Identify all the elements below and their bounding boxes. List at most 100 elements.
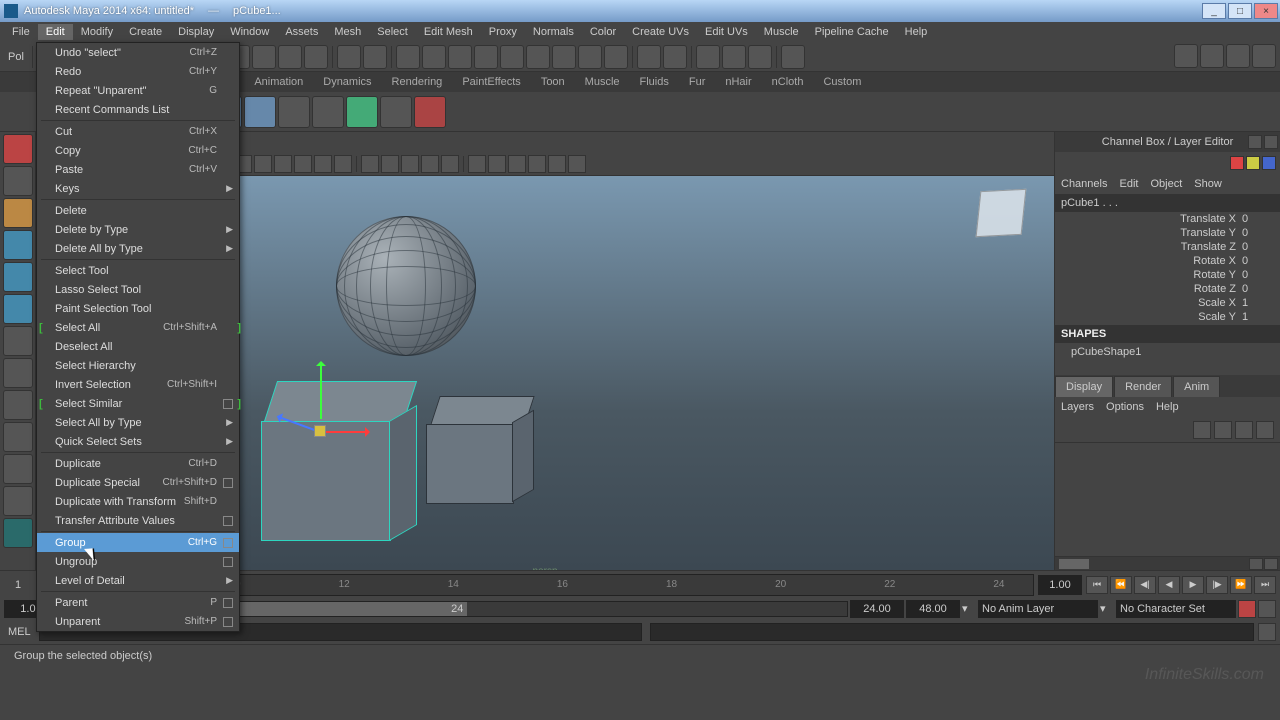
go-end-button[interactable]: ⏭ [1254, 576, 1276, 594]
toolbar-button[interactable] [363, 45, 387, 69]
color-swatch[interactable] [1246, 156, 1260, 170]
scene-cube-selected[interactable] [261, 381, 411, 531]
shelf-tab-fluids[interactable]: Fluids [630, 74, 679, 90]
prefs-button[interactable] [1258, 600, 1276, 618]
select-tool[interactable] [3, 134, 33, 164]
attr-row[interactable]: Scale Y1 [1055, 310, 1280, 324]
menu-color[interactable]: Color [582, 24, 624, 40]
menu-normals[interactable]: Normals [525, 24, 582, 40]
edit-menu-delete-all-by-type[interactable]: Delete All by Type▶ [37, 239, 239, 258]
toolbar-button[interactable] [637, 45, 661, 69]
view-toolbar-button[interactable] [421, 155, 439, 173]
shelf-tab-ncloth[interactable]: nCloth [762, 74, 814, 90]
menu-edit-uvs[interactable]: Edit UVs [697, 24, 756, 40]
edit-menu-recent-commands-list[interactable]: Recent Commands List [37, 100, 239, 119]
view-toolbar-button[interactable] [488, 155, 506, 173]
attr-row[interactable]: Translate X0 [1055, 212, 1280, 226]
panel-scrollbar[interactable] [1055, 556, 1280, 570]
toolbar-button[interactable] [552, 45, 576, 69]
view-toolbar-button[interactable] [568, 155, 586, 173]
menu-mesh[interactable]: Mesh [326, 24, 369, 40]
layer-icon[interactable] [1214, 421, 1232, 439]
channel-menu-show[interactable]: Show [1194, 178, 1222, 190]
layer-menu-options[interactable]: Options [1106, 401, 1144, 413]
edit-menu-transfer-attribute-values[interactable]: Transfer Attribute Values [37, 511, 239, 530]
edit-menu-parent[interactable]: ParentP [37, 593, 239, 612]
layout-four[interactable] [3, 454, 33, 484]
view-toolbar-button[interactable] [294, 155, 312, 173]
character-set-dropdown[interactable]: No Character Set [1116, 600, 1236, 618]
menu-edit[interactable]: Edit [38, 24, 73, 40]
edit-menu-unparent[interactable]: UnparentShift+P [37, 612, 239, 631]
shelf-tab-fur[interactable]: Fur [679, 74, 716, 90]
menu-file[interactable]: File [4, 24, 38, 40]
shelf-tab-animation[interactable]: Animation [244, 74, 313, 90]
shelf-tab-nhair[interactable]: nHair [715, 74, 761, 90]
tool[interactable] [3, 326, 33, 356]
tool[interactable] [3, 518, 33, 548]
edit-menu-duplicate[interactable]: DuplicateCtrl+D [37, 454, 239, 473]
autokey-button[interactable] [1238, 600, 1256, 618]
toolbar-button[interactable] [448, 45, 472, 69]
sidebar-toggle-icon[interactable] [1200, 44, 1224, 68]
shelf-tab-dynamics[interactable]: Dynamics [313, 74, 381, 90]
toolbar-button[interactable] [252, 45, 276, 69]
edit-menu-lasso-select-tool[interactable]: Lasso Select Tool [37, 280, 239, 299]
edit-menu-copy[interactable]: CopyCtrl+C [37, 141, 239, 160]
attr-row[interactable]: Rotate X0 [1055, 254, 1280, 268]
script-editor-button[interactable] [1258, 623, 1276, 641]
anim-layer-dropdown[interactable]: No Anim Layer [978, 600, 1098, 618]
edit-menu-select-all-by-type[interactable]: Select All by Type▶ [37, 413, 239, 432]
current-frame[interactable]: 1.00 [1038, 575, 1082, 595]
move-tool[interactable] [3, 230, 33, 260]
menu-edit-mesh[interactable]: Edit Mesh [416, 24, 481, 40]
attr-row[interactable]: Translate Z0 [1055, 240, 1280, 254]
layer-tab-render[interactable]: Render [1114, 376, 1172, 397]
edit-menu-delete[interactable]: Delete [37, 201, 239, 220]
attr-row[interactable]: Rotate Y0 [1055, 268, 1280, 282]
layer-icon[interactable] [1235, 421, 1253, 439]
menu-window[interactable]: Window [222, 24, 277, 40]
paint-tool[interactable] [3, 198, 33, 228]
play-button[interactable]: ▶ [1182, 576, 1204, 594]
layer-tab-display[interactable]: Display [1055, 376, 1113, 397]
edit-menu-select-hierarchy[interactable]: Select Hierarchy [37, 356, 239, 375]
rotate-tool[interactable] [3, 262, 33, 292]
menu-muscle[interactable]: Muscle [756, 24, 807, 40]
menu-proxy[interactable]: Proxy [481, 24, 525, 40]
toolbar-button[interactable] [337, 45, 361, 69]
layer-icon[interactable] [1193, 421, 1211, 439]
edit-menu-select-tool[interactable]: Select Tool [37, 261, 239, 280]
step-back-key-button[interactable]: ⏪ [1110, 576, 1132, 594]
edit-menu-select-all[interactable]: Select AllCtrl+Shift+A[] [37, 318, 239, 337]
layer-menu-help[interactable]: Help [1156, 401, 1179, 413]
toolbar-button[interactable] [748, 45, 772, 69]
edit-menu-ungroup[interactable]: Ungroup [37, 552, 239, 571]
minimize-button[interactable]: _ [1202, 3, 1226, 19]
lasso-tool[interactable] [3, 166, 33, 196]
menu-modify[interactable]: Modify [73, 24, 121, 40]
module-label[interactable]: Pol [4, 51, 28, 63]
layer-menu-layers[interactable]: Layers [1061, 401, 1094, 413]
edit-menu-level-of-detail[interactable]: Level of Detail▶ [37, 571, 239, 590]
shelf-tab-rendering[interactable]: Rendering [382, 74, 453, 90]
shelf-tab-toon[interactable]: Toon [531, 74, 575, 90]
toolbar-button[interactable] [722, 45, 746, 69]
sidebar-toggle-icon[interactable] [1226, 44, 1250, 68]
edit-menu-paste[interactable]: PasteCtrl+V [37, 160, 239, 179]
color-swatch[interactable] [1230, 156, 1244, 170]
menu-display[interactable]: Display [170, 24, 222, 40]
toolbar-button[interactable] [278, 45, 302, 69]
edit-menu-undo-select-[interactable]: Undo "select"Ctrl+Z [37, 43, 239, 62]
edit-menu-paint-selection-tool[interactable]: Paint Selection Tool [37, 299, 239, 318]
panel-btn[interactable] [1248, 135, 1262, 149]
toolbar-button[interactable] [604, 45, 628, 69]
attr-row[interactable]: Translate Y0 [1055, 226, 1280, 240]
edit-menu-select-similar[interactable]: Select Similar[] [37, 394, 239, 413]
shelf-icon[interactable] [244, 96, 276, 128]
scene-cube[interactable] [426, 396, 536, 506]
shelf-tab-custom[interactable]: Custom [813, 74, 871, 90]
view-toolbar-button[interactable] [274, 155, 292, 173]
shelf-tab-muscle[interactable]: Muscle [575, 74, 630, 90]
menu-create-uvs[interactable]: Create UVs [624, 24, 697, 40]
